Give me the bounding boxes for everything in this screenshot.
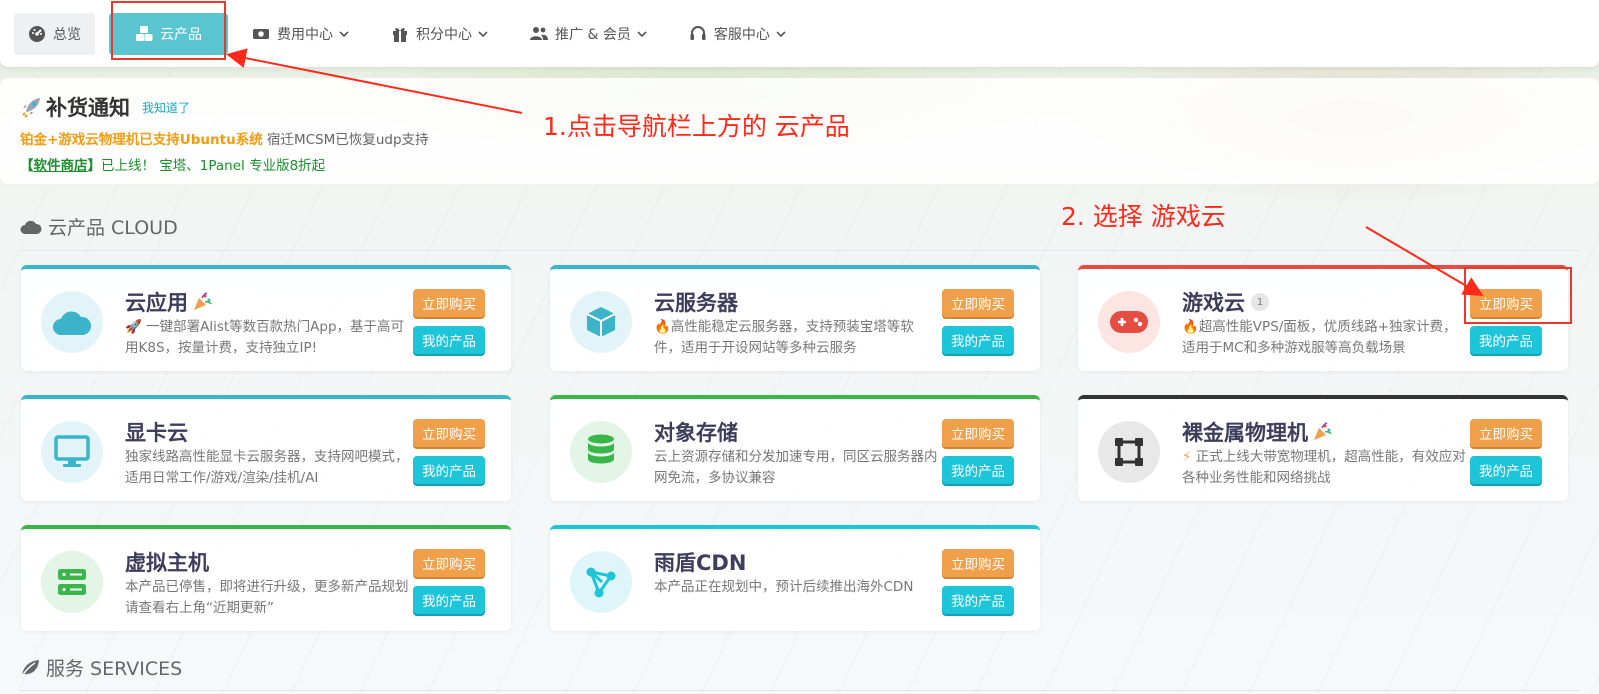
arrow-to-cloud-nav bbox=[226, 48, 523, 114]
annotation-arrows bbox=[226, 48, 1484, 297]
arrow-to-game-cloud-buy bbox=[1365, 226, 1484, 297]
